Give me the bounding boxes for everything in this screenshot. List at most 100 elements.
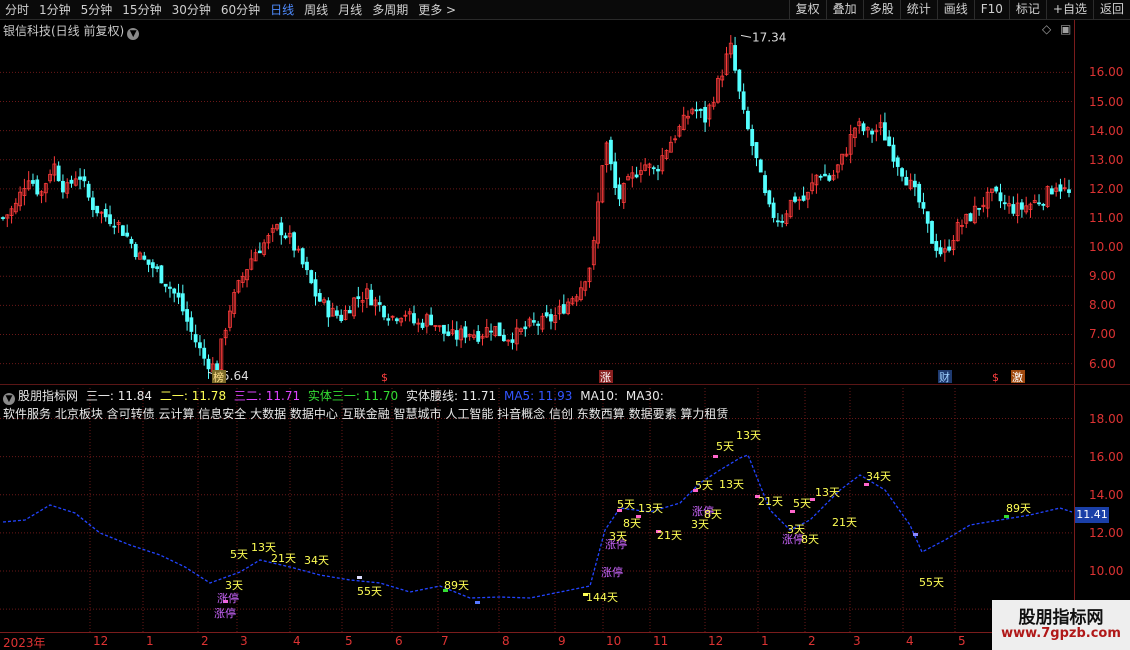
price-chart[interactable]: 17.34 5.64榜 $ 涨 财 $ 激 <box>0 0 1130 650</box>
candle-body <box>651 167 656 170</box>
candle-body <box>309 270 314 284</box>
date-label: 2 <box>201 634 209 648</box>
indicator-marker: 涨停 <box>601 566 623 579</box>
candle-body <box>870 130 874 135</box>
candle-body <box>1 217 5 219</box>
candle-body <box>758 159 763 173</box>
indicator-value-0: 三一: 11.84 <box>82 389 153 403</box>
high-label: 17.34 <box>752 30 786 44</box>
candle-body <box>95 205 100 214</box>
candle-body <box>531 320 536 323</box>
indicator-y-tick: 16.00 <box>1089 449 1124 464</box>
indicator-marker: 3天 <box>225 579 243 592</box>
candle-body <box>1037 202 1041 205</box>
candle-body <box>313 279 318 297</box>
candle-body <box>339 314 344 321</box>
candle-body <box>150 262 155 269</box>
date-label: 3 <box>240 634 248 648</box>
indicator-value-1: 二一: 11.78 <box>156 389 227 403</box>
signal-tick <box>790 510 795 513</box>
concept-tags: 软件服务 北京板块 含可转债 云计算 信息安全 大数据 数据中心 互联金融 智慧… <box>3 407 729 421</box>
candle-body <box>176 292 181 298</box>
candle-body <box>279 222 284 236</box>
candle-body <box>257 250 262 254</box>
indicator-marker: 144天 <box>586 591 618 604</box>
candle-body <box>326 300 331 318</box>
candle-body <box>429 314 434 326</box>
candle-body <box>510 339 515 343</box>
candle-body <box>125 232 130 237</box>
candle-body <box>613 161 618 189</box>
candle-body <box>206 358 211 370</box>
candle-body <box>694 109 699 112</box>
candle-body <box>1067 189 1071 193</box>
candle-body <box>78 176 82 180</box>
indicator-value-6: MA10: <box>576 389 619 403</box>
candle-body <box>733 45 737 71</box>
indicator-marker: 5天 <box>695 479 713 492</box>
candle-body <box>801 195 806 201</box>
candle-body <box>1011 204 1016 214</box>
candle-body <box>172 288 177 294</box>
chevron-down-icon[interactable]: ▼ <box>3 393 15 405</box>
candle-body <box>69 179 74 184</box>
indicator-marker: 13天 <box>719 478 744 491</box>
candle-body <box>446 331 451 336</box>
candle-body <box>1049 188 1054 195</box>
indicator-marker: 89天 <box>444 579 469 592</box>
date-label: 8 <box>502 634 510 648</box>
candle-body <box>193 334 198 343</box>
date-label: 11 <box>653 634 669 648</box>
date-label: 4 <box>906 634 914 648</box>
candle-body <box>103 209 108 218</box>
indicator-marker: 13天 <box>638 502 663 515</box>
candle-body <box>356 296 361 299</box>
watermark-url: www.7gpzb.com <box>1001 626 1121 641</box>
indicator-marker: 55天 <box>357 585 382 598</box>
candle-body <box>823 173 827 177</box>
signal-tick <box>475 601 480 604</box>
candle-body <box>347 310 352 314</box>
candle-body <box>497 322 502 337</box>
candle-body <box>215 363 219 371</box>
candle-body <box>930 221 934 244</box>
date-label: 3 <box>853 634 861 648</box>
candle-body <box>159 265 164 284</box>
date-label: 12 <box>93 634 109 648</box>
last-value-badge: 11.41 <box>1075 507 1109 523</box>
candle-body <box>454 330 459 340</box>
candle-body <box>35 179 40 195</box>
candle-body <box>934 241 939 251</box>
candle-body <box>133 244 138 258</box>
candle-body <box>741 91 746 110</box>
event-mark-2: 涨 <box>600 371 611 384</box>
indicator-marker: 21天 <box>758 495 783 508</box>
candle-body <box>292 232 297 251</box>
candle-body <box>536 323 541 326</box>
candle-body <box>977 207 981 210</box>
ma-line <box>2 454 1073 599</box>
indicator-marker: 8天 <box>623 517 641 530</box>
low-label: 5.64 <box>222 369 249 383</box>
candle-body <box>895 157 900 167</box>
candle-body <box>746 110 750 130</box>
candle-body <box>561 304 566 314</box>
date-axis: 2023年 12 1 2 3 4 5 6 7 8 9 10 11 12 1 2 3 4 5 <box>0 632 1075 650</box>
indicator-marker: 34天 <box>304 554 329 567</box>
candle-body <box>300 248 305 265</box>
indicator-marker: 8天 <box>801 533 819 546</box>
indicator-value-2: 三二: 11.71 <box>230 389 301 403</box>
candle-body <box>442 324 446 334</box>
candle-body <box>698 108 703 111</box>
indicator-marker: 34天 <box>866 470 891 483</box>
candle-body <box>609 139 613 165</box>
candle-body <box>900 168 904 177</box>
indicator-marker: 5天 <box>716 440 734 453</box>
date-label: 7 <box>441 634 449 648</box>
candle-body <box>501 334 506 342</box>
indicator-y-axis: 18.0016.0014.0012.0010.008.00 <box>1075 0 1130 632</box>
indicator-marker: 21天 <box>657 529 682 542</box>
candle-body <box>912 180 917 188</box>
indicator-y-tick: 14.00 <box>1089 487 1124 502</box>
indicator-value-4: 实体腰线: 11.71 <box>402 389 497 403</box>
